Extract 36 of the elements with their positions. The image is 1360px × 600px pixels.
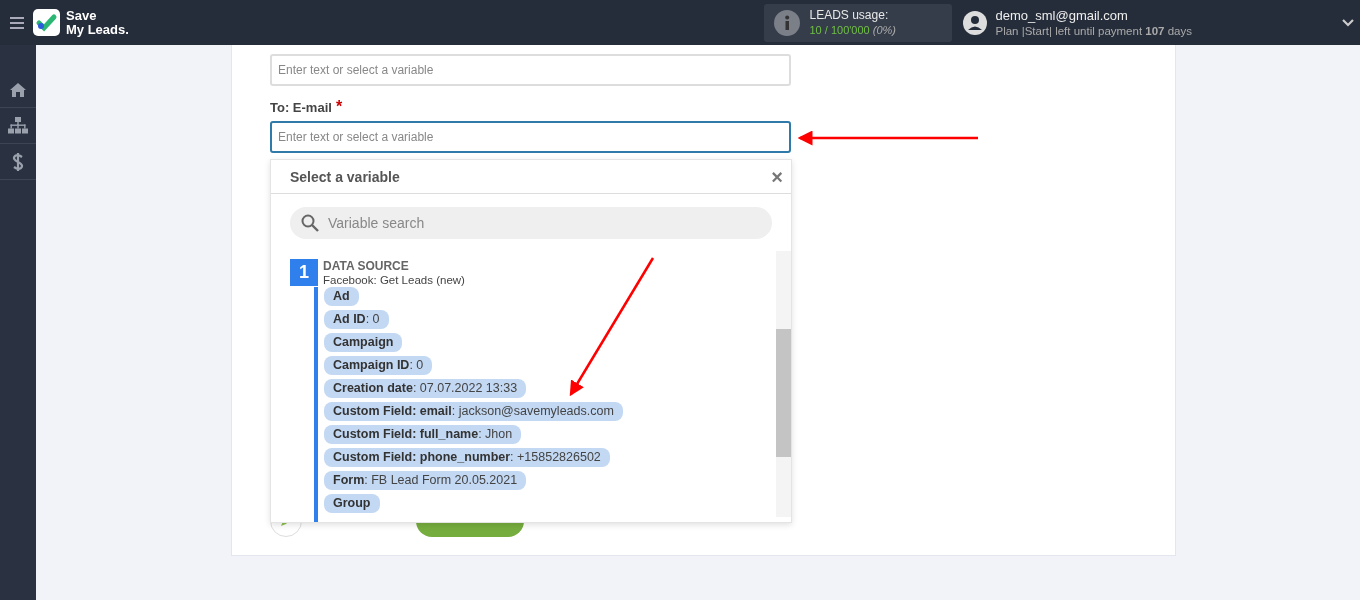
brand-name: Save: [66, 8, 98, 23]
required-mark: *: [335, 100, 343, 115]
variable-chip[interactable]: Campaign ID: 0: [324, 356, 433, 375]
usage-percent: (0%): [872, 23, 896, 36]
usage-count: 10 / 100'000: [809, 23, 870, 36]
info-icon: [773, 9, 800, 36]
account-email: demo_sml@gmail.com: [995, 7, 1129, 24]
variable-chip[interactable]: Group: [324, 494, 380, 513]
sitemap-icon[interactable]: [8, 117, 28, 134]
variable-chip[interactable]: Campaign: [324, 333, 403, 352]
source-subtitle: Facebook: Get Leads (new): [323, 273, 465, 287]
variable-chip[interactable]: Custom Field: email: jackson@savemyleads.com: [324, 402, 623, 421]
home-icon[interactable]: [9, 81, 27, 98]
search-field[interactable]: Variable search: [290, 207, 772, 239]
field-label: To: E-mail: [270, 100, 332, 115]
variable-chip[interactable]: Creation date: 07.07.2022 13:33: [324, 379, 527, 398]
brand-name: My Leads.: [66, 22, 129, 37]
chevron-down-icon[interactable]: [1342, 18, 1354, 27]
scrollbar[interactable]: [776, 251, 791, 517]
usage-label: LEADS usage:: [809, 7, 890, 23]
search-icon: [301, 214, 319, 232]
menu-icon[interactable]: [10, 16, 24, 29]
variable-chip[interactable]: Custom Field: phone_number: +15852826502: [324, 448, 610, 467]
plan-info: Plan |Start| left until payment 107 days: [995, 23, 1192, 38]
logo-icon[interactable]: [33, 9, 60, 36]
step-number: 1: [290, 259, 318, 286]
text-input[interactable]: Enter text or select a variable: [270, 121, 791, 153]
variable-chip[interactable]: Ad: [324, 287, 359, 306]
user-icon[interactable]: [962, 10, 987, 35]
popup-title: Select a variable: [290, 168, 400, 185]
source-title: DATA SOURCE: [323, 259, 410, 273]
variable-chip[interactable]: Ad ID: 0: [324, 310, 389, 329]
dollar-icon[interactable]: [12, 152, 24, 171]
close-button[interactable]: ×: [771, 166, 783, 187]
variable-chip[interactable]: Form: FB Lead Form 20.05.2021: [324, 471, 527, 490]
variable-chip[interactable]: Custom Field: full_name: Jhon: [324, 425, 522, 444]
